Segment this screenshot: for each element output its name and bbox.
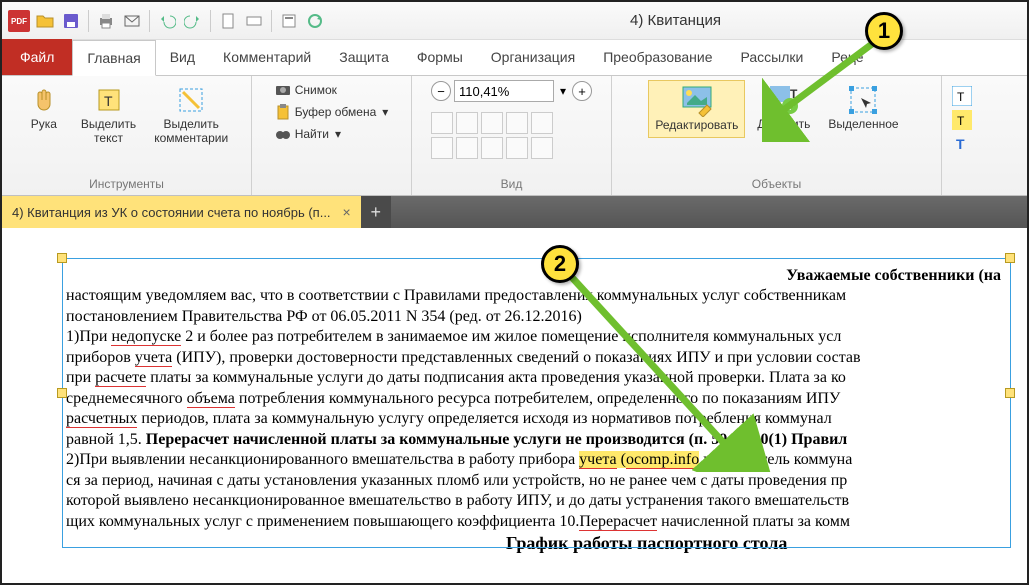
email-icon[interactable]	[121, 10, 143, 32]
edit-button[interactable]: Редактировать	[648, 80, 745, 138]
clipboard-button[interactable]: Буфер обмена▾	[273, 102, 391, 122]
selection-handle-ml[interactable]	[57, 388, 67, 398]
zoom-in-button[interactable]: +	[572, 81, 592, 101]
zoom-input[interactable]	[454, 80, 554, 102]
group-tools: Рука T Выделить текст Выделить комментар…	[2, 76, 252, 195]
page-layout-5-icon[interactable]	[531, 112, 553, 134]
tab-organize[interactable]: Организация	[477, 39, 589, 75]
page-layout-2-icon[interactable]	[456, 112, 478, 134]
page-layout-1-icon[interactable]	[431, 112, 453, 134]
page-layout-4-icon[interactable]	[506, 112, 528, 134]
attachment-icon[interactable]	[506, 137, 528, 159]
window-title: 4) Квитанция	[330, 12, 1021, 29]
svg-text:T: T	[957, 114, 965, 128]
highlight-tool-icon[interactable]: T	[952, 110, 972, 130]
zoom-dropdown[interactable]: ▾	[557, 84, 569, 98]
arrow-2	[552, 252, 772, 472]
new-tab-button[interactable]: +	[361, 196, 391, 228]
group-clipboard: Снимок Буфер обмена▾ Найти▾	[252, 76, 412, 195]
fit-width-icon[interactable]	[243, 10, 265, 32]
link-icon[interactable]	[481, 137, 503, 159]
objects-group-label: Объекты	[620, 174, 933, 195]
rotate-ccw-icon[interactable]	[456, 137, 478, 159]
hand-label: Рука	[31, 118, 57, 132]
view-group-label: Вид	[420, 174, 603, 195]
svg-text:T: T	[104, 93, 113, 109]
camera-icon	[275, 82, 291, 98]
callout-badge-1: 1	[865, 12, 903, 50]
tab-protect[interactable]: Защита	[325, 39, 403, 75]
select-text-label: Выделить текст	[81, 118, 136, 146]
tab-convert[interactable]: Преобразование	[589, 39, 726, 75]
rotate-icon[interactable]	[431, 137, 453, 159]
tools-group-label: Инструменты	[10, 174, 243, 195]
select-comments-icon	[175, 84, 207, 116]
more-view-icon[interactable]	[531, 137, 553, 159]
edit-label: Редактировать	[655, 119, 738, 133]
hand-icon	[28, 84, 60, 116]
group-cut: T T T	[942, 76, 982, 195]
document-tab-close[interactable]: ×	[343, 204, 351, 220]
find-button[interactable]: Найти▾	[273, 124, 391, 144]
group-view: − ▾ + Вид	[412, 76, 612, 195]
view-icons-grid	[431, 112, 561, 159]
selection-frame[interactable]	[62, 258, 1011, 548]
fit-page-icon[interactable]	[217, 10, 239, 32]
selection-handle-tr[interactable]	[1005, 253, 1015, 263]
redo-icon[interactable]	[182, 10, 204, 32]
binoculars-icon	[275, 126, 291, 142]
form-icon[interactable]	[278, 10, 300, 32]
text-blue-icon[interactable]: T	[952, 134, 972, 154]
svg-text:PDF: PDF	[11, 17, 27, 26]
text-tool-icon[interactable]: T	[952, 86, 972, 106]
page-layout-3-icon[interactable]	[481, 112, 503, 134]
callout-badge-2: 2	[541, 245, 579, 283]
select-comments-button[interactable]: Выделить комментарии	[148, 80, 234, 150]
select-comments-label: Выделить комментарии	[154, 118, 228, 146]
snapshot-button[interactable]: Снимок	[273, 80, 391, 100]
open-icon[interactable]	[34, 10, 56, 32]
selection-handle-tl[interactable]	[57, 253, 67, 263]
undo-icon[interactable]	[156, 10, 178, 32]
tab-view[interactable]: Вид	[156, 39, 209, 75]
tab-forms[interactable]: Формы	[403, 39, 477, 75]
svg-text:T: T	[957, 90, 965, 104]
refresh-icon[interactable]	[304, 10, 326, 32]
zoom-out-button[interactable]: −	[431, 81, 451, 101]
document-tab[interactable]: 4) Квитанция из УК о состоянии счета по …	[2, 196, 361, 228]
tab-file[interactable]: Файл	[2, 39, 72, 75]
clipboard-icon	[275, 104, 291, 120]
save-icon[interactable]	[60, 10, 82, 32]
select-text-icon: T	[93, 84, 125, 116]
edit-icon	[681, 85, 713, 117]
tab-comment[interactable]: Комментарий	[209, 39, 325, 75]
tab-home[interactable]: Главная	[72, 40, 155, 76]
app-icon: PDF	[8, 10, 30, 32]
hand-tool-button[interactable]: Рука	[19, 80, 69, 136]
document-tabbar: 4) Квитанция из УК о состоянии счета по …	[2, 196, 1027, 228]
svg-text:T: T	[956, 136, 965, 152]
select-text-button[interactable]: T Выделить текст	[75, 80, 142, 150]
selection-handle-mr[interactable]	[1005, 388, 1015, 398]
document-tab-title: 4) Квитанция из УК о состоянии счета по …	[12, 205, 331, 220]
print-icon[interactable]	[95, 10, 117, 32]
